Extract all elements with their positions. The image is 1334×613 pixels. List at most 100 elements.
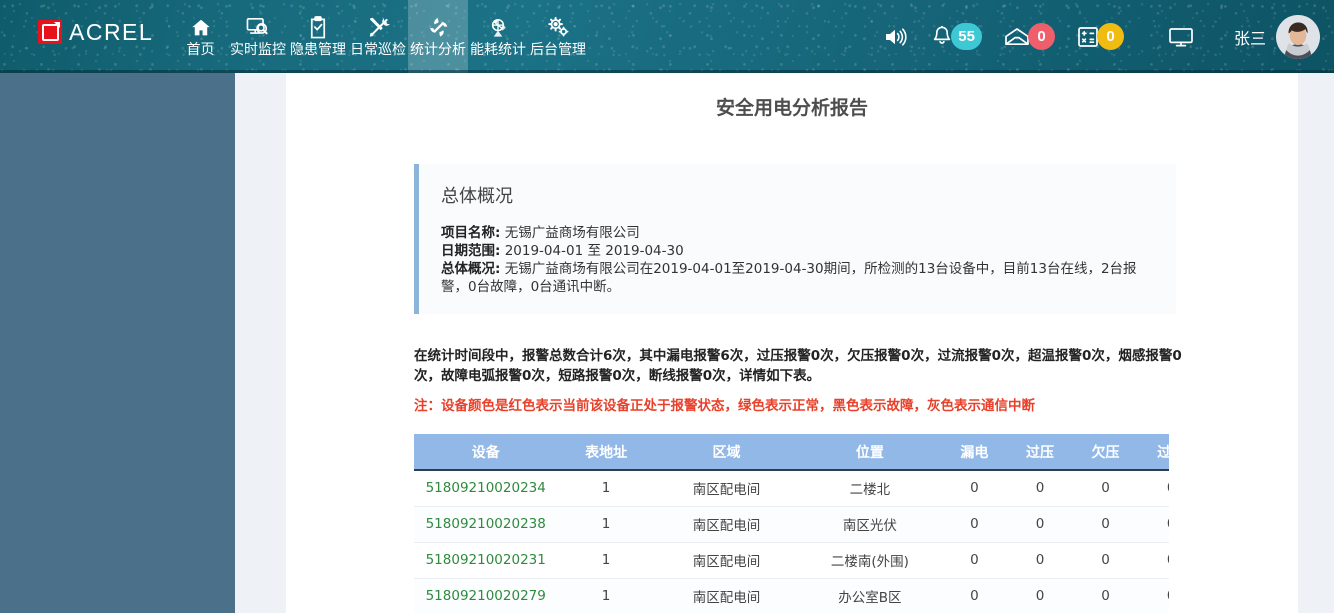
column-header-meter-addr[interactable]: 表地址 bbox=[557, 434, 655, 471]
page-body: 安全用电分析报告 总体概况 项目名称: 无锡广益商场有限公司 日期范围: 201… bbox=[0, 73, 1334, 613]
cell-device[interactable]: 51809210020238 bbox=[414, 506, 558, 543]
table-row[interactable]: 51809210020279 1 南区配电间 办公室B区 0 0 0 0 bbox=[414, 578, 1169, 613]
table-body: 51809210020234 1 南区配电间 二楼北 0 0 0 0 51809… bbox=[414, 470, 1169, 613]
acrel-logo-icon bbox=[38, 20, 62, 44]
cell-overvoltage: 0 bbox=[1007, 506, 1073, 543]
overview-heading: 总体概况 bbox=[441, 186, 513, 207]
cell-meter-addr: 1 bbox=[557, 506, 655, 543]
top-navigation-bar: ACREL 首页 实时监控 隐患管理 日常巡检 统计分析 能耗统计 后台管理 5… bbox=[0, 0, 1334, 73]
gears-icon bbox=[546, 15, 570, 39]
messages-badge[interactable]: 0 bbox=[1027, 23, 1055, 50]
nav-item-realtime-monitor[interactable]: 实时监控 bbox=[228, 0, 288, 73]
cell-undervoltage: 0 bbox=[1072, 578, 1139, 613]
cell-device[interactable]: 51809210020231 bbox=[414, 542, 558, 579]
cell-leakage: 0 bbox=[941, 470, 1008, 507]
cell-overcurrent: 0 bbox=[1138, 542, 1169, 579]
cell-meter-addr: 1 bbox=[557, 542, 655, 579]
nav-item-daily-inspection[interactable]: 日常巡检 bbox=[348, 0, 408, 73]
cell-overvoltage: 0 bbox=[1007, 542, 1073, 579]
main-menu: 首页 实时监控 隐患管理 日常巡检 统计分析 能耗统计 后台管理 bbox=[173, 0, 588, 73]
table-head: 设备 表地址 区域 位置 漏电 过压 欠压 过流 bbox=[414, 434, 1169, 471]
calculator-button[interactable]: 0 bbox=[1077, 23, 1124, 50]
cell-device[interactable]: 51809210020234 bbox=[414, 470, 558, 507]
cell-meter-addr: 1 bbox=[557, 470, 655, 507]
table-row[interactable]: 51809210020238 1 南区配电间 南区光伏 0 0 0 0 bbox=[414, 506, 1169, 543]
clipboard-check-icon bbox=[308, 15, 328, 39]
cell-leakage: 0 bbox=[941, 578, 1008, 613]
calculator-icon bbox=[1077, 26, 1099, 48]
brand-name: ACREL bbox=[69, 18, 154, 45]
cell-area: 南区配电间 bbox=[654, 578, 799, 613]
column-header-device[interactable]: 设备 bbox=[414, 434, 558, 471]
overview-value: 无锡广益商场有限公司在2019-04-01至2019-04-30期间，所检测的1… bbox=[441, 261, 1137, 295]
nav-label: 统计分析 bbox=[410, 42, 466, 58]
overview-value: 2019-04-01 至 2019-04-30 bbox=[504, 243, 684, 259]
nav-item-statistics-analysis[interactable]: 统计分析 bbox=[408, 0, 468, 73]
monitor-icon bbox=[1168, 26, 1194, 48]
color-legend-note: 注：设备颜色是红色表示当前该设备正处于报警状态，绿色表示正常，黑色表示故障，灰色… bbox=[414, 398, 1035, 414]
cell-meter-addr: 1 bbox=[557, 578, 655, 613]
nav-item-hazard-management[interactable]: 隐患管理 bbox=[288, 0, 348, 73]
cell-location: 南区光伏 bbox=[798, 506, 942, 543]
column-header-location[interactable]: 位置 bbox=[798, 434, 942, 471]
cell-device[interactable]: 51809210020279 bbox=[414, 578, 558, 613]
cell-leakage: 0 bbox=[941, 506, 1008, 543]
tools-icon bbox=[367, 15, 390, 39]
nav-label: 能耗统计 bbox=[470, 42, 526, 58]
column-header-overcurrent[interactable]: 过流 bbox=[1138, 434, 1169, 471]
nav-label: 实时监控 bbox=[230, 42, 286, 58]
nav-label: 首页 bbox=[186, 42, 215, 58]
nav-item-backend-management[interactable]: 后台管理 bbox=[528, 0, 588, 73]
page-title: 安全用电分析报告 bbox=[715, 97, 868, 119]
table-row[interactable]: 51809210020234 1 南区配电间 二楼北 0 0 0 0 bbox=[414, 470, 1169, 507]
brand-logo[interactable]: ACREL bbox=[38, 20, 153, 44]
header-tools: 55 0 0 张三 bbox=[883, 0, 1320, 73]
cell-overcurrent: 0 bbox=[1138, 506, 1169, 543]
report-table-scroll[interactable]: 设备 表地址 区域 位置 漏电 过压 欠压 过流 51809210020234 … bbox=[414, 434, 1169, 613]
nav-item-energy-statistics[interactable]: 能耗统计 bbox=[468, 0, 528, 73]
nav-item-home[interactable]: 首页 bbox=[173, 0, 228, 73]
left-gutter bbox=[235, 73, 286, 613]
right-gutter bbox=[1298, 73, 1334, 613]
column-header-undervoltage[interactable]: 欠压 bbox=[1072, 434, 1139, 471]
cell-overvoltage: 0 bbox=[1007, 578, 1073, 613]
monitor-search-icon bbox=[246, 15, 270, 39]
energy-meter-icon bbox=[486, 15, 510, 39]
cell-location: 二楼南(外围) bbox=[798, 542, 942, 579]
nav-label: 后台管理 bbox=[530, 42, 586, 58]
overview-row-project: 项目名称: 无锡广益商场有限公司 bbox=[441, 224, 1160, 242]
avatar[interactable] bbox=[1276, 14, 1320, 59]
sound-button[interactable] bbox=[883, 26, 909, 48]
column-header-area[interactable]: 区域 bbox=[654, 434, 799, 471]
overview-label: 日期范围: bbox=[441, 243, 501, 259]
cell-location: 二楼北 bbox=[798, 470, 942, 507]
cell-undervoltage: 0 bbox=[1072, 470, 1139, 507]
column-header-overvoltage[interactable]: 过压 bbox=[1007, 434, 1073, 471]
table-row[interactable]: 51809210020231 1 南区配电间 二楼南(外围) 0 0 0 0 bbox=[414, 542, 1169, 579]
notifications-badge[interactable]: 55 bbox=[951, 23, 982, 50]
overview-row-summary: 总体概况: 无锡广益商场有限公司在2019-04-01至2019-04-30期间… bbox=[441, 260, 1160, 296]
cell-area: 南区配电间 bbox=[654, 470, 799, 507]
overview-label: 项目名称: bbox=[441, 225, 501, 241]
left-sidebar bbox=[0, 73, 235, 613]
screen-button[interactable] bbox=[1168, 26, 1194, 48]
cell-undervoltage: 0 bbox=[1072, 542, 1139, 579]
username-label[interactable]: 张三 bbox=[1234, 25, 1266, 49]
cell-overcurrent: 0 bbox=[1138, 578, 1169, 613]
cell-location: 办公室B区 bbox=[798, 578, 942, 613]
notifications-button[interactable]: 55 bbox=[931, 23, 982, 50]
alarm-summary-paragraph: 在统计时间段中，报警总数合计6次，其中漏电报警6次，过压报警0次，欠压报警0次，… bbox=[414, 348, 1182, 384]
cell-area: 南区配电间 bbox=[654, 506, 799, 543]
cell-leakage: 0 bbox=[941, 542, 1008, 579]
speaker-icon bbox=[883, 26, 909, 48]
nav-label: 隐患管理 bbox=[290, 42, 346, 58]
cell-overcurrent: 0 bbox=[1138, 470, 1169, 507]
content-area: 安全用电分析报告 总体概况 项目名称: 无锡广益商场有限公司 日期范围: 201… bbox=[286, 73, 1298, 613]
messages-button[interactable]: 0 bbox=[1004, 23, 1055, 50]
nav-label: 日常巡检 bbox=[350, 42, 406, 58]
home-icon bbox=[190, 15, 212, 39]
bell-icon bbox=[931, 25, 953, 48]
cell-area: 南区配电间 bbox=[654, 542, 799, 579]
column-header-leakage[interactable]: 漏电 bbox=[941, 434, 1008, 471]
calculator-badge[interactable]: 0 bbox=[1096, 23, 1124, 50]
